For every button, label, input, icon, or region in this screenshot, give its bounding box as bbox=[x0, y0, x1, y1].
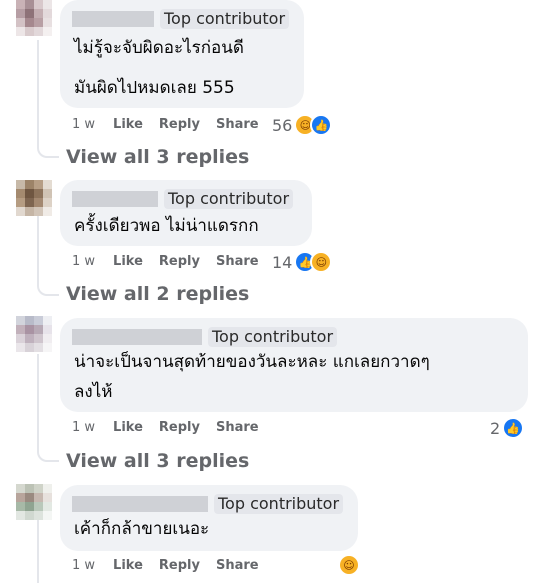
comment-text-line: เค้าก็กล้าขายเนอะ bbox=[74, 519, 210, 539]
comment-text-line: ครั้งเดียวพอ ไม่น่าแดรกก bbox=[74, 216, 259, 236]
commenter-name-row: Top contributor bbox=[72, 326, 338, 348]
timestamp[interactable]: 1 w bbox=[72, 254, 95, 269]
comment-text-line: น่าจะเป็นจานสุดท้ายของวันละหละ แกเลยกวาด… bbox=[74, 352, 430, 372]
top-contributor-badge: Top contributor bbox=[208, 327, 338, 347]
timestamp[interactable]: 1 w bbox=[72, 117, 95, 132]
avatar[interactable] bbox=[16, 484, 52, 520]
comment-actions: 1 w Like Reply Share bbox=[72, 254, 275, 269]
comment-text-line: ลงไห้ bbox=[74, 382, 113, 402]
thread-line bbox=[37, 354, 39, 450]
commenter-name-pixelated[interactable] bbox=[72, 329, 202, 345]
comment-actions: 1 w Like Reply Share bbox=[72, 420, 275, 435]
comment-text-line: มันผิดไปหมดเลย 555 bbox=[74, 78, 235, 98]
timestamp[interactable]: 1 w bbox=[72, 420, 95, 435]
reply-button[interactable]: Reply bbox=[159, 117, 200, 132]
avatar[interactable] bbox=[16, 180, 52, 216]
like-button[interactable]: Like bbox=[113, 254, 143, 269]
commenter-name-row: Top contributor bbox=[72, 8, 290, 30]
like-icon: 👍 bbox=[502, 417, 525, 439]
thread-line bbox=[37, 40, 39, 146]
reply-button[interactable]: Reply bbox=[159, 558, 200, 573]
comment-bubble: Top contributor ครั้งเดียวพอ ไม่น่าแดรกก bbox=[60, 180, 312, 246]
reaction-count: 56 bbox=[272, 115, 293, 135]
commenter-name-pixelated[interactable] bbox=[72, 11, 154, 27]
comment-text-line: ไม่รู้จะจับผิดอะไรก่อนดี bbox=[74, 38, 244, 58]
thread-line bbox=[37, 520, 39, 583]
avatar[interactable] bbox=[16, 316, 52, 352]
like-button[interactable]: Like bbox=[113, 420, 143, 435]
view-replies-link[interactable]: View all 2 replies bbox=[66, 283, 249, 305]
comment-bubble: Top contributor น่าจะเป็นจานสุดท้ายของวั… bbox=[60, 318, 528, 412]
reply-button[interactable]: Reply bbox=[159, 254, 200, 269]
reply-button[interactable]: Reply bbox=[159, 420, 200, 435]
comment-bubble: Top contributor ไม่รู้จะจับผิดอะไรก่อนดี… bbox=[60, 0, 304, 108]
share-button[interactable]: Share bbox=[216, 254, 259, 269]
thread-line bbox=[37, 214, 39, 284]
thread-connector bbox=[37, 448, 59, 462]
commenter-name-pixelated[interactable] bbox=[72, 191, 158, 207]
reaction-count: 2 bbox=[490, 418, 501, 438]
timestamp[interactable]: 1 w bbox=[72, 558, 95, 573]
thread-connector bbox=[37, 282, 59, 296]
commenter-name-row: Top contributor bbox=[72, 493, 344, 515]
haha-icon: ☺ bbox=[310, 251, 333, 273]
top-contributor-badge: Top contributor bbox=[164, 189, 294, 209]
like-button[interactable]: Like bbox=[113, 117, 143, 132]
view-replies-link[interactable]: View all 3 replies bbox=[66, 146, 249, 168]
thread-connector bbox=[37, 144, 59, 158]
avatar[interactable] bbox=[16, 0, 52, 36]
commenter-name-pixelated[interactable] bbox=[72, 496, 208, 512]
reaction-count: 14 bbox=[272, 252, 293, 272]
reaction-summary[interactable]: ☺ bbox=[338, 554, 360, 576]
haha-icon: ☺ bbox=[338, 554, 360, 576]
share-button[interactable]: Share bbox=[216, 117, 259, 132]
like-icon: 👍 bbox=[310, 114, 333, 136]
view-replies-link[interactable]: View all 3 replies bbox=[66, 450, 249, 472]
comment-actions: 1 w Like Reply Share bbox=[72, 558, 275, 573]
reaction-summary[interactable]: 14 👍 ☺ bbox=[272, 251, 333, 273]
comment-bubble: Top contributor เค้าก็กล้าขายเนอะ bbox=[60, 485, 358, 551]
share-button[interactable]: Share bbox=[216, 558, 259, 573]
reaction-summary[interactable]: 56 ☺ 👍 bbox=[272, 114, 333, 136]
share-button[interactable]: Share bbox=[216, 420, 259, 435]
top-contributor-badge: Top contributor bbox=[214, 494, 344, 514]
top-contributor-badge: Top contributor bbox=[160, 9, 290, 29]
commenter-name-row: Top contributor bbox=[72, 188, 294, 210]
like-button[interactable]: Like bbox=[113, 558, 143, 573]
reaction-summary[interactable]: 2 👍 bbox=[490, 417, 525, 439]
comment-actions: 1 w Like Reply Share bbox=[72, 117, 275, 132]
